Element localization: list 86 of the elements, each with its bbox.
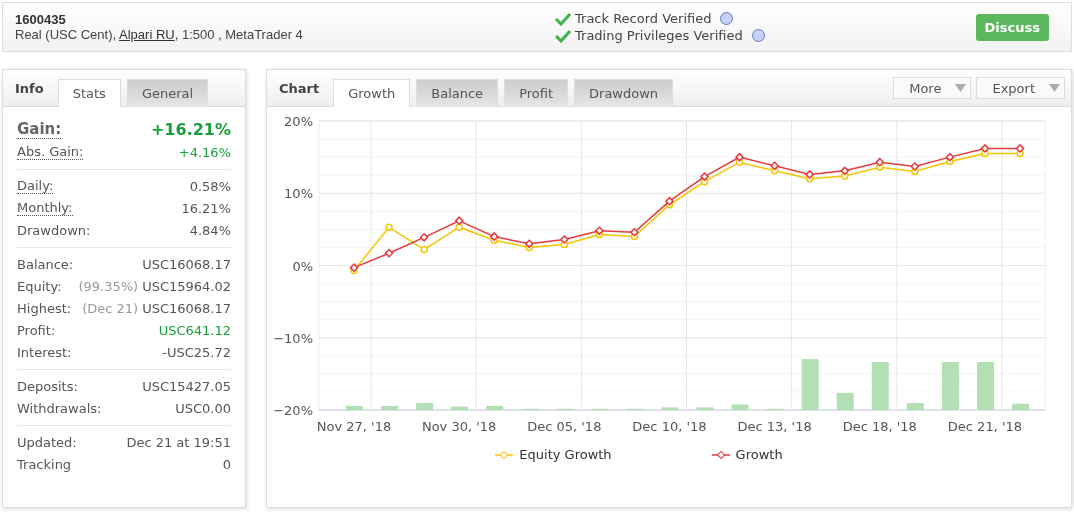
tab[interactable]: Drawdown <box>574 79 674 107</box>
data-point <box>594 226 604 236</box>
data-point <box>840 166 850 176</box>
data-point <box>980 143 990 154</box>
stat-note: (Dec 21) <box>82 300 139 316</box>
data-point <box>384 248 394 258</box>
tab[interactable]: Profit <box>504 79 569 107</box>
x-axis-label: Dec 13, '18 <box>737 419 812 434</box>
stat-value: USC0.00 <box>175 400 231 416</box>
stat-value: USC16068.17 <box>142 256 231 272</box>
stat-label: Interest: <box>17 344 72 360</box>
stat-value: 0 <box>222 456 231 472</box>
stat-label: Highest: <box>17 300 72 316</box>
stat-note: (99.35%) <box>78 278 139 294</box>
stat-label: Tracking <box>17 456 72 472</box>
caret-icon <box>1049 84 1060 92</box>
dropdown-menu[interactable]: More <box>893 77 972 99</box>
stat-value: +16.21% <box>150 120 231 139</box>
y-axis-label: 20% <box>284 114 313 129</box>
stat-label: Monthly: <box>17 200 73 216</box>
y-axis-label: −10% <box>273 330 313 346</box>
stat-value: Dec 21 at 19:51 <box>126 434 231 450</box>
caret-icon <box>955 84 967 92</box>
account-details: Real (USC Cent), Alpari RU, 1:500 , MetaTrader 4 <box>15 27 304 42</box>
data-point <box>420 245 428 254</box>
help-icon[interactable] <box>751 29 765 42</box>
stat-label: Gain: <box>17 120 62 139</box>
x-axis-label: Nov 30, '18 <box>421 419 497 434</box>
account-number: 1600435 <box>15 12 67 27</box>
data-point <box>419 232 429 242</box>
x-axis-label: Dec 10, '18 <box>632 419 707 434</box>
data-point <box>734 152 745 162</box>
legend-label: Growth <box>735 447 783 462</box>
tab[interactable]: Balance <box>416 79 499 107</box>
data-point <box>629 227 640 237</box>
stat-label: Drawdown: <box>17 222 91 238</box>
data-point <box>945 152 955 162</box>
data-point <box>524 239 534 249</box>
data-point <box>805 169 815 180</box>
tab[interactable]: General <box>126 79 209 107</box>
data-point <box>454 216 464 226</box>
legend-label: Equity Growth <box>519 447 612 462</box>
stat-label: Updated: <box>17 434 77 450</box>
x-axis-label: Nov 27, '18 <box>316 419 392 434</box>
stat-value: USC16068.17 <box>142 300 231 316</box>
broker-link[interactable]: Alpari RU <box>119 27 175 42</box>
x-axis-label: Dec 05, '18 <box>527 419 602 434</box>
help-icon[interactable] <box>720 12 734 25</box>
stat-value: 4.84% <box>189 222 231 238</box>
stat-label: Profit: <box>17 322 56 338</box>
stat-value: USC15964.02 <box>142 278 231 294</box>
stat-label: Balance: <box>17 256 74 272</box>
stat-value: USC15427.05 <box>142 378 231 394</box>
data-point <box>910 161 920 172</box>
stat-label: Equity: <box>17 278 62 294</box>
stat-label: Deposits: <box>17 378 78 394</box>
stat-value: -USC25.72 <box>162 344 231 360</box>
dropdown-menu[interactable]: Export <box>976 77 1065 99</box>
stat-value: 16.21% <box>181 200 231 216</box>
data-point <box>1015 143 1025 154</box>
y-axis-label: 10% <box>284 186 313 202</box>
verification-label: Trading Privileges Verified <box>575 28 743 43</box>
x-axis-label: Dec 21, '18 <box>947 419 1023 434</box>
data-point <box>385 223 393 231</box>
x-axis-label: Dec 18, '18 <box>842 419 917 434</box>
legend-marker-icon <box>495 450 514 459</box>
data-point <box>875 157 885 167</box>
stat-label: Withdrawals: <box>17 400 102 416</box>
data-point <box>559 234 569 245</box>
stat-value: USC641.12 <box>158 322 231 338</box>
data-point <box>489 232 499 242</box>
stat-label: Abs. Gain: <box>17 144 84 160</box>
stat-value: +4.16% <box>178 144 231 160</box>
y-axis-label: 0% <box>292 258 313 274</box>
data-point <box>770 161 780 171</box>
data-point <box>699 172 710 182</box>
y-axis-label: −20% <box>273 403 313 418</box>
data-point <box>664 196 675 206</box>
tab[interactable]: Stats <box>57 79 121 107</box>
panel-title: Chart <box>279 80 320 96</box>
stat-value: 0.58% <box>189 178 231 194</box>
panel-title: Info <box>15 80 44 96</box>
tab[interactable]: Growth <box>333 79 411 107</box>
legend-marker-icon <box>711 450 730 459</box>
verification-label: Track Record Verified <box>575 11 712 26</box>
stat-label: Daily: <box>17 178 54 194</box>
